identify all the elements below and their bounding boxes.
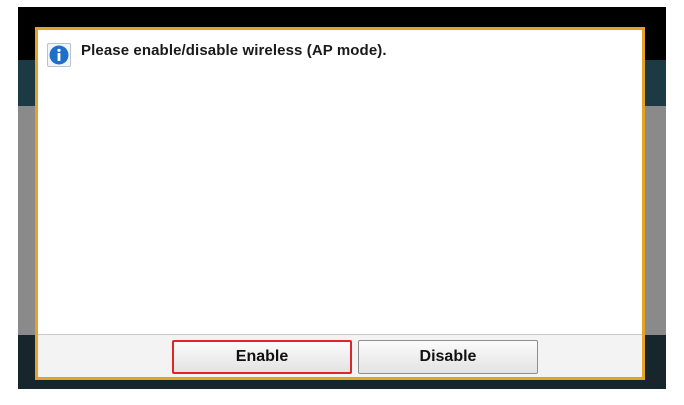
panel-screen: Please enable/disable wireless (AP mode)… (18, 7, 666, 389)
enable-button[interactable]: Enable (172, 340, 352, 374)
dialog-body: Please enable/disable wireless (AP mode)… (38, 30, 642, 334)
disable-button[interactable]: Disable (358, 340, 538, 374)
info-icon (47, 43, 71, 67)
wireless-ap-mode-dialog: Please enable/disable wireless (AP mode)… (35, 27, 645, 380)
dialog-button-bar: Enable Disable (38, 334, 642, 377)
dialog-message: Please enable/disable wireless (AP mode)… (81, 42, 387, 59)
